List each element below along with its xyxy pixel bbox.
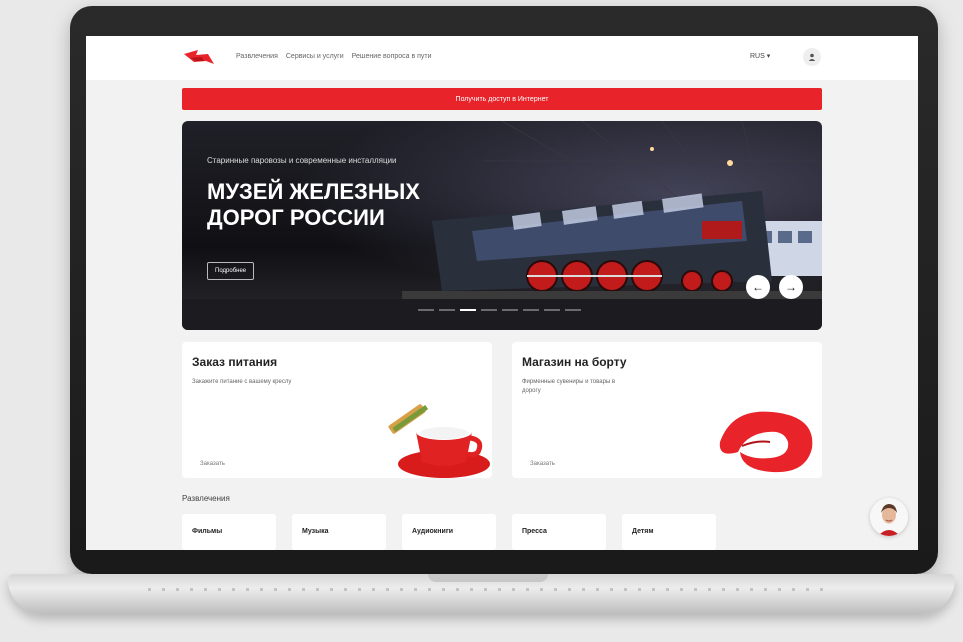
carousel-dot[interactable] [544,309,560,311]
carousel-next-button[interactable]: → [779,275,803,299]
laptop-speaker-grille [148,588,828,591]
hero-subtitle: Старинные паровозы и современные инсталл… [207,156,397,165]
carousel-indicators [418,309,581,311]
carousel-dot[interactable] [481,309,497,311]
nav-item-entertainment[interactable]: Развлечения [236,53,278,60]
food-order-card[interactable]: Заказ питания Закажите питание с вашему … [182,342,492,478]
order-link[interactable]: Заказать [200,461,225,467]
tile-label: Музыка [302,528,329,535]
card-description: Фирменные сувениры и товары в дорогу [522,379,616,394]
assistant-avatar-icon [870,498,908,536]
order-link[interactable]: Заказать [530,461,555,467]
hero-title: МУЗЕЙ ЖЕЛЕЗНЫХ ДОРОГ РОССИИ [207,179,420,230]
nav-item-help[interactable]: Решение вопроса в пути [352,53,432,60]
tile-label: Фильмы [192,528,223,535]
carousel-dot[interactable] [523,309,539,311]
card-title: Заказ питания [192,355,278,369]
tile-movies[interactable]: Фильмы [182,514,276,550]
tile-label: Детям [632,528,654,535]
carousel-dot-active[interactable] [460,309,476,311]
card-description: Закажите питание с вашему креслу [192,379,292,385]
main-nav: Развлечения Сервисы и услуги Решение воп… [236,53,432,60]
logo-icon[interactable] [182,46,216,70]
carousel-dot[interactable] [565,309,581,311]
card-title: Магазин на борту [522,355,627,369]
hero-more-button[interactable]: Подробнее [207,262,255,280]
carousel-dot[interactable] [502,309,518,311]
support-chat-avatar[interactable] [870,498,908,536]
arrow-right-icon: → [785,280,797,294]
tile-label: Аудиокниги [412,528,454,535]
laptop-notch [428,574,548,582]
entertainment-heading: Развлечения [182,494,230,503]
tile-music[interactable]: Музыка [292,514,386,550]
carousel-dot[interactable] [418,309,434,311]
internet-access-banner[interactable]: Получить доступ в Интернет [182,88,822,110]
onboard-shop-card[interactable]: Магазин на борту Фирменные сувениры и то… [512,342,822,478]
nav-item-services[interactable]: Сервисы и услуги [286,53,344,60]
browser-screen: Развлечения Сервисы и услуги Решение воп… [86,36,918,550]
neck-pillow-illustration [719,411,813,473]
tile-press[interactable]: Пресса [512,514,606,550]
cup-illustration [388,404,490,478]
site-header: Развлечения Сервисы и услуги Решение воп… [86,36,918,80]
tile-kids[interactable]: Детям [622,514,716,550]
hero-carousel: Старинные паровозы и современные инсталл… [182,121,822,330]
tile-audiobooks[interactable]: Аудиокниги [402,514,496,550]
user-icon [808,53,816,61]
arrow-left-icon: ← [752,280,764,294]
user-button[interactable] [803,48,821,66]
carousel-prev-button[interactable]: ← [746,275,770,299]
tile-label: Пресса [522,528,547,535]
language-select[interactable]: RUS ▾ [750,52,770,60]
carousel-dot[interactable] [439,309,455,311]
laptop-base [8,574,955,614]
